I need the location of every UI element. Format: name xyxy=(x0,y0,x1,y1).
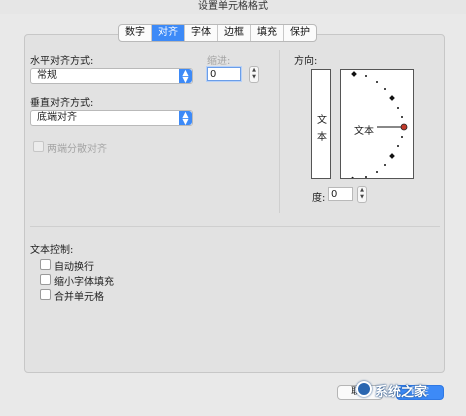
wrap-text-label: 自动换行 xyxy=(54,262,94,273)
section-divider xyxy=(279,50,280,213)
select-arrows-icon: ▲ ▼ xyxy=(179,111,192,126)
indent-input[interactable]: 0 xyxy=(207,67,241,81)
text-control-label: 文本控制: xyxy=(30,245,74,256)
select-arrows-icon: ▲ ▼ xyxy=(179,69,192,84)
degrees-label: 度: xyxy=(312,193,326,204)
section-divider xyxy=(30,226,440,227)
vertical-alignment-label: 垂直对齐方式: xyxy=(30,98,94,109)
orientation-label: 方向: xyxy=(294,56,318,67)
window-title: 设置单元格格式 xyxy=(0,0,466,14)
distributed-checkbox[interactable] xyxy=(33,141,44,152)
vertical-text-box[interactable]: 文 本 xyxy=(311,69,331,179)
watermark-logo-icon xyxy=(356,381,372,397)
orientation-dial-marks xyxy=(349,71,408,178)
vertical-alignment-select[interactable]: 底端对齐 ▲ ▼ xyxy=(30,110,193,126)
tab-number[interactable]: 数字 xyxy=(119,25,152,41)
vertical-text: 文 本 xyxy=(317,115,327,143)
tab-font[interactable]: 字体 xyxy=(185,25,218,41)
tab-alignment[interactable]: 对齐 xyxy=(152,25,185,41)
degrees-input[interactable]: 0 xyxy=(328,187,353,201)
wrap-text-checkbox[interactable] xyxy=(40,259,51,270)
indent-stepper[interactable]: ▲ ▼ xyxy=(249,66,259,83)
horizontal-alignment-label: 水平对齐方式: xyxy=(30,56,94,67)
distributed-label: 两端分散对齐 xyxy=(47,144,107,155)
orientation-dial[interactable]: 文本 xyxy=(340,69,414,179)
vertical-alignment-value: 底端对齐 xyxy=(37,112,77,123)
tab-fill[interactable]: 填充 xyxy=(251,25,284,41)
tab-bar: 数字 对齐 字体 边框 填充 保护 xyxy=(118,24,317,42)
merge-cells-checkbox[interactable] xyxy=(40,289,51,300)
horizontal-alignment-select[interactable]: 常规 ▲ ▼ xyxy=(30,68,193,84)
shrink-to-fit-label: 缩小字体填充 xyxy=(54,277,114,288)
horizontal-alignment-value: 常规 xyxy=(37,70,57,81)
dial-text: 文本 xyxy=(354,126,374,137)
merge-cells-label: 合并单元格 xyxy=(54,292,104,303)
degrees-stepper[interactable]: ▲ ▼ xyxy=(357,186,367,203)
watermark-text: 系统之家 xyxy=(375,385,428,400)
tab-protection[interactable]: 保护 xyxy=(284,25,316,41)
shrink-to-fit-checkbox[interactable] xyxy=(40,274,51,285)
indent-label: 缩进: xyxy=(207,56,231,67)
tab-border[interactable]: 边框 xyxy=(218,25,251,41)
